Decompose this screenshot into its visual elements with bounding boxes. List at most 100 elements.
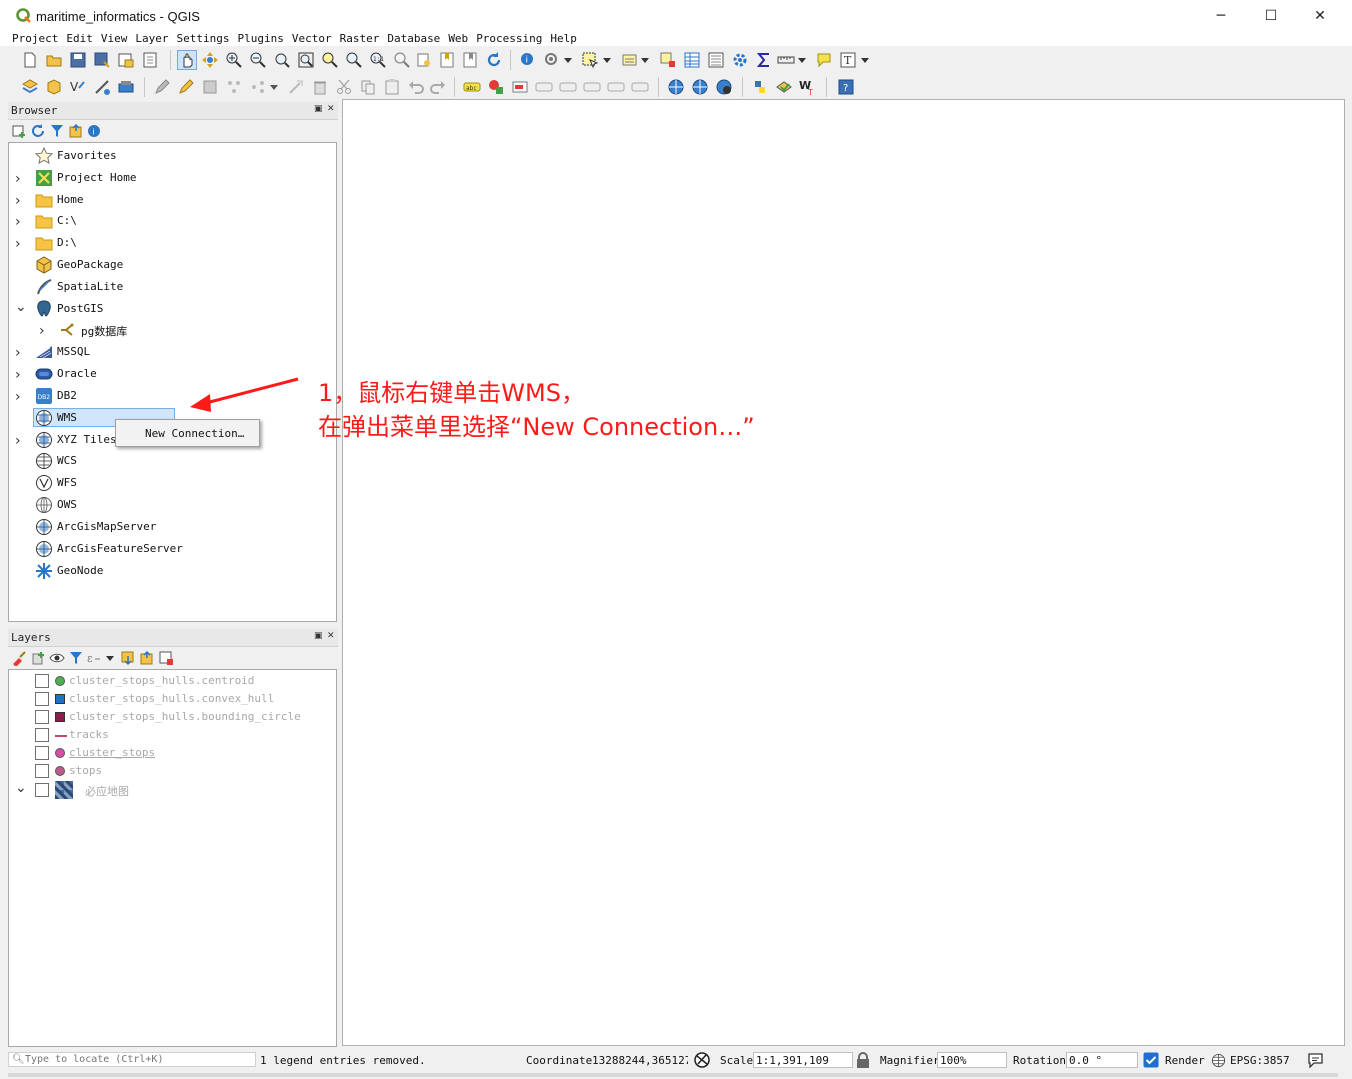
zoom-out-icon[interactable] [248,50,268,70]
browser-item-wfs[interactable]: WFS [9,473,336,493]
layers-float-button[interactable]: ▣ [314,631,323,641]
data-source-manager-icon[interactable] [20,77,40,97]
layer-item[interactable]: cluster_stops_hulls.convex_hull [9,690,336,708]
copy-features-icon[interactable] [358,77,378,97]
show-bookmarks-icon[interactable] [460,50,480,70]
expand-arrow-icon[interactable]: › [15,433,27,449]
style-manager-icon[interactable] [11,650,27,666]
text-annotation-icon[interactable]: T [838,50,858,70]
collapse-all-icon[interactable] [68,123,84,139]
action-dropdown-icon[interactable] [562,50,574,70]
deselect-all-icon[interactable] [658,50,678,70]
add-wms-layer-icon[interactable] [666,77,686,97]
coordinate-field[interactable]: 13288244,3651279 [589,1052,689,1068]
browser-float-button[interactable]: ▣ [314,104,323,114]
undo-icon[interactable] [406,77,426,97]
new-print-layout-icon[interactable] [116,50,136,70]
redo-icon[interactable] [428,77,448,97]
layer-item[interactable]: ⌄ 必应地图 [9,780,336,799]
collapse-arrow-icon[interactable]: ⌄ [15,299,27,315]
menu-processing[interactable]: Processing [472,32,546,46]
layers-close-button[interactable]: ✕ [327,631,335,641]
expand-arrow-icon[interactable]: › [15,389,27,405]
browser-item-c[interactable]: › C:\ [9,211,336,231]
layer-visibility-checkbox[interactable] [35,764,49,778]
layer-visibility-checkbox[interactable] [35,710,49,724]
select-features-icon[interactable] [580,50,600,70]
add-group-icon[interactable] [30,650,46,666]
new-shapefile-layer-icon[interactable]: V [68,77,88,97]
layer-diagram-icon[interactable] [486,77,506,97]
map-tips-icon[interactable] [814,50,834,70]
browser-item-geonode[interactable]: GeoNode [9,561,336,581]
add-feature-icon[interactable] [224,77,244,97]
layer-visibility-checkbox[interactable] [35,728,49,742]
locator-input[interactable] [25,1053,253,1066]
field-calculator-icon[interactable] [706,50,726,70]
add-layers-icon[interactable] [11,123,27,139]
browser-item-mssql[interactable]: › MSSQL [9,342,336,362]
new-geopackage-layer-icon[interactable] [44,77,64,97]
filter-expression-icon[interactable]: ε [86,650,102,666]
expand-arrow-icon[interactable]: › [15,345,27,361]
new-spatialite-layer-icon[interactable] [92,77,112,97]
annotation-dropdown-icon[interactable] [859,50,871,70]
properties-info-icon[interactable]: i [86,123,102,139]
expand-arrow-icon[interactable]: › [15,214,27,230]
toggle-extents-icon[interactable] [693,1051,711,1069]
select-by-value-icon[interactable] [620,50,640,70]
vertex-dropdown-icon[interactable] [268,77,280,97]
layer-visibility-checkbox[interactable] [35,783,49,797]
close-button[interactable]: ✕ [1297,0,1343,32]
attribute-table-icon[interactable] [682,50,702,70]
expand-all-icon[interactable] [120,650,136,666]
zoom-in-icon[interactable] [224,50,244,70]
save-layer-edits-icon[interactable] [200,77,220,97]
menu-database[interactable]: Database [383,32,444,46]
layer-item[interactable]: stops [9,762,336,780]
toggle-editing-icon[interactable] [176,77,196,97]
pan-map-icon[interactable] [177,50,197,70]
browser-item-spatialite[interactable]: SpatiaLite [9,277,336,297]
crs-globe-icon[interactable] [1211,1053,1226,1068]
expand-arrow-icon[interactable]: › [15,193,27,209]
measure-line-icon[interactable] [776,50,796,70]
pan-to-selection-icon[interactable] [200,50,220,70]
expand-arrow-icon[interactable]: › [15,171,27,187]
cut-features-icon[interactable] [334,77,354,97]
paste-features-icon[interactable] [382,77,402,97]
filter-dropdown-icon[interactable] [105,650,115,666]
locator-bar[interactable]: 🔍︎ [8,1052,256,1067]
expand-arrow-icon[interactable]: › [15,367,27,383]
browser-item-postgis[interactable]: ⌄ PostGIS [9,299,336,319]
delete-selected-icon[interactable] [310,77,330,97]
layer-item[interactable]: cluster_stops_hulls.centroid [9,672,336,690]
filter-icon[interactable] [49,123,65,139]
select-value-dropdown-icon[interactable] [639,50,651,70]
manage-visibility-icon[interactable] [49,650,65,666]
menu-vector[interactable]: Vector [288,32,336,46]
refresh-icon[interactable] [484,50,504,70]
crs-label[interactable]: EPSG:3857 [1230,1054,1290,1067]
filter-legend-icon[interactable] [68,650,84,666]
save-project-icon[interactable] [68,50,88,70]
collapse-layers-icon[interactable] [139,650,155,666]
show-hide-labels-icon[interactable] [558,77,578,97]
rotation-spinbox[interactable]: 0.0 ° [1066,1052,1138,1068]
zoom-last-icon[interactable] [392,50,412,70]
layer-visibility-checkbox[interactable] [35,692,49,706]
save-as-icon[interactable] [92,50,112,70]
browser-item-favorites[interactable]: Favorites [9,146,336,166]
browser-item-home[interactable]: › Home [9,190,336,210]
menu-layer[interactable]: Layer [131,32,172,46]
menu-web[interactable]: Web [444,32,472,46]
remove-layer-icon[interactable] [158,650,174,666]
plugin-manager-icon[interactable] [774,77,794,97]
zoom-to-layer-icon[interactable] [344,50,364,70]
zoom-to-selection-icon[interactable] [320,50,340,70]
vertex-tool-icon[interactable] [248,77,268,97]
expand-arrow-icon[interactable]: › [39,323,51,339]
messages-icon[interactable] [1307,1052,1324,1068]
menu-help[interactable]: Help [546,32,581,46]
layer-visibility-checkbox[interactable] [35,746,49,760]
